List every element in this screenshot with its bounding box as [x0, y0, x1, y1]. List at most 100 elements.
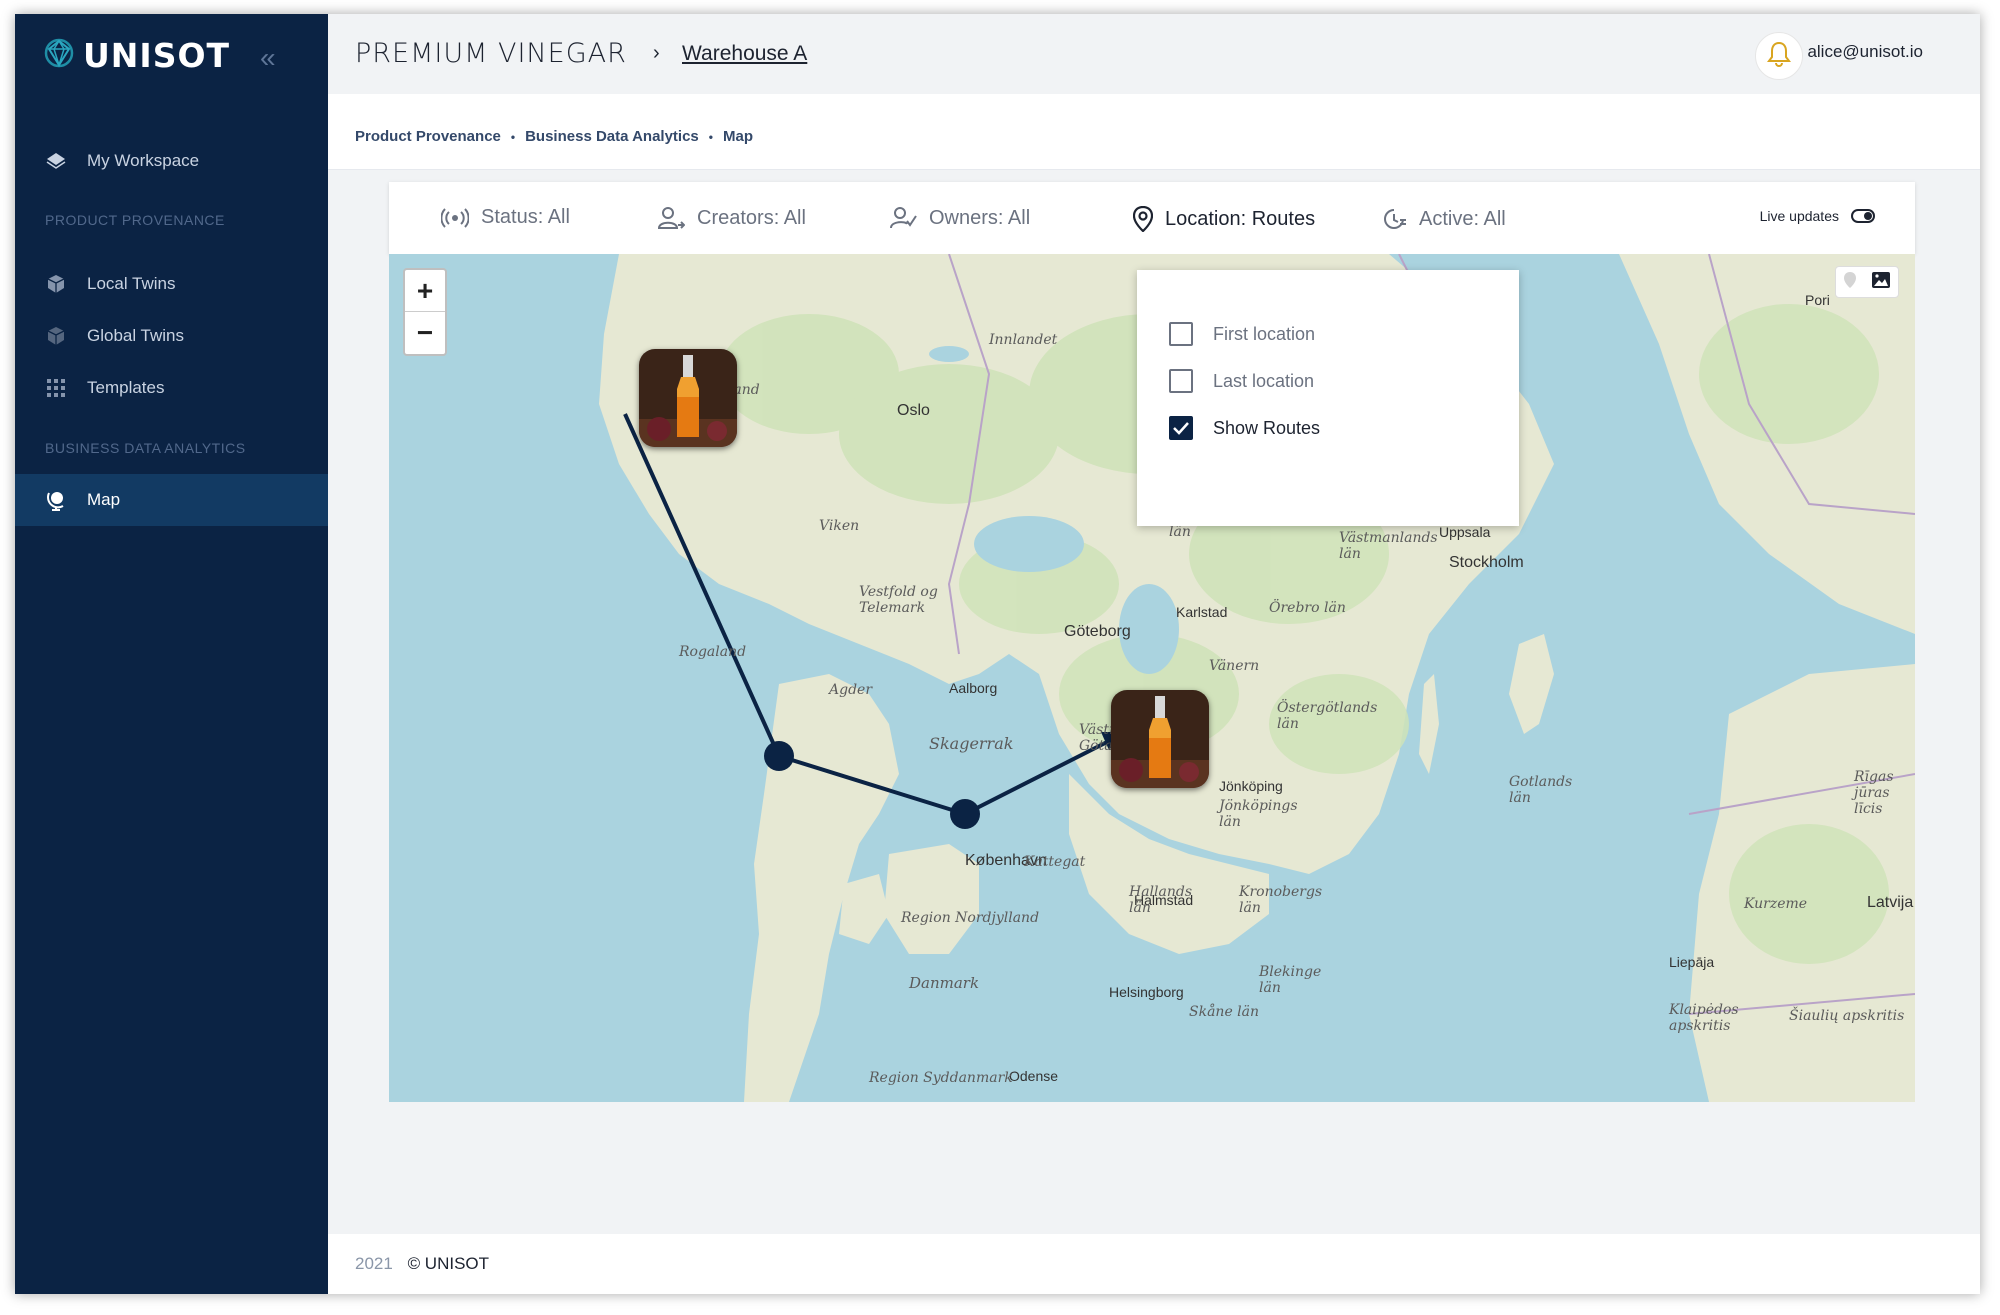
- broadcast-icon: [441, 207, 469, 228]
- owners-filter-label: Owners: All: [929, 206, 1031, 229]
- product-marker-origin[interactable]: [639, 349, 737, 447]
- live-updates: Live updates: [1760, 208, 1875, 224]
- region-label-siauliu: Šiaulių apskritis: [1789, 1008, 1905, 1024]
- region-label-kurzeme: Kurzeme: [1744, 896, 1808, 912]
- footer-copyright: © UNISOT: [407, 1254, 490, 1273]
- breadcrumb-dot: •: [510, 129, 516, 144]
- checkmark-icon: [1173, 422, 1189, 435]
- sidebar-item-templates[interactable]: Templates: [15, 363, 328, 413]
- city-label-oslo: Oslo: [897, 402, 930, 419]
- app-frame: UNISOT « My Workspace PRODUCT PROVENANCE…: [15, 14, 1980, 1294]
- sea-label-rigas: Rīgas jūras līcis: [1854, 769, 1894, 817]
- city-label-uppsala: Uppsala: [1439, 524, 1491, 540]
- breadcrumb-separator: ›: [653, 42, 660, 64]
- region-label-kronoberg: Kronobergs län: [1239, 884, 1323, 916]
- breadcrumb-business-data-analytics[interactable]: Business Data Analytics: [525, 128, 699, 145]
- city-label-goteborg: Göteborg: [1064, 623, 1131, 640]
- sidebar-item-label: Map: [87, 490, 121, 509]
- sidebar-item-label: Global Twins: [87, 326, 185, 345]
- cube-icon: [45, 273, 67, 295]
- location-filter-label: Location: Routes: [1165, 207, 1316, 230]
- cube-outline-icon: [45, 325, 67, 347]
- region-label-ostergotland: Östergötlands län: [1277, 700, 1378, 732]
- live-updates-toggle[interactable]: [1851, 209, 1875, 223]
- region-label-vastmanland: Västmanlands län: [1339, 530, 1438, 562]
- breadcrumb-dot: •: [708, 129, 713, 144]
- footer: 2021 © UNISOT: [328, 1234, 1980, 1294]
- city-label-helsingborg: Helsingborg: [1109, 984, 1184, 1000]
- notifications-button[interactable]: [1755, 32, 1803, 80]
- top-header: PREMIUM VINEGAR › Warehouse A alice@unis…: [328, 14, 1980, 94]
- region-label-gotland: Gotlands län: [1509, 774, 1573, 806]
- region-label-nordjylland: Region Nordjylland: [901, 910, 1040, 926]
- sidebar-item-label: Templates: [87, 378, 165, 397]
- checkbox-last-location[interactable]: [1169, 369, 1193, 393]
- land-gotland: [1509, 634, 1554, 734]
- city-label-odense: Odense: [1009, 1068, 1059, 1084]
- map-pin-icon: [1133, 206, 1153, 232]
- land-oland: [1419, 674, 1439, 774]
- logo-text: UNISOT: [83, 36, 231, 75]
- logo[interactable]: UNISOT: [43, 36, 230, 75]
- sidebar-item-map[interactable]: Map: [15, 474, 328, 526]
- bell-icon: [1767, 41, 1791, 72]
- sidebar-item-workspace[interactable]: My Workspace: [15, 136, 328, 186]
- breadcrumb: Product Provenance • Business Data Analy…: [355, 128, 753, 145]
- region-label-klaipedos: Klaipėdos apskritis: [1669, 1002, 1739, 1034]
- region-label-syddanmark: Region Syddanmark: [869, 1070, 1013, 1086]
- lake-label-vanern: Vänern: [1209, 658, 1260, 674]
- owners-filter[interactable]: Owners: All: [889, 206, 1030, 230]
- checkbox-first-location[interactable]: [1169, 322, 1193, 346]
- section-product-provenance: PRODUCT PROVENANCE: [45, 212, 225, 228]
- zoom-out-button[interactable]: −: [405, 312, 445, 354]
- location-filter[interactable]: Location: Routes: [1133, 206, 1315, 232]
- marker-layer-icon[interactable]: [1843, 271, 1857, 294]
- user-check-icon: [889, 206, 917, 230]
- product-marker-destination[interactable]: [1111, 690, 1209, 788]
- region-label-innlandet: Innlandet: [989, 332, 1058, 348]
- city-label-jonkoping: Jönköping: [1219, 778, 1283, 794]
- region-label-viken: Viken: [819, 518, 860, 534]
- clock-history-icon: [1381, 206, 1407, 232]
- region-label-rogaland: Rogaland: [679, 644, 747, 660]
- vinegar-bottle-icon: [1111, 690, 1209, 788]
- sidebar-item-global-twins[interactable]: Global Twins: [15, 311, 328, 361]
- creators-filter-label: Creators: All: [697, 206, 806, 229]
- option-show-routes[interactable]: Show Routes: [1169, 416, 1320, 440]
- zoom-in-button[interactable]: +: [405, 270, 445, 312]
- footer-text: 2021 © UNISOT: [355, 1254, 489, 1274]
- region-label-skane: Skåne län: [1189, 1004, 1260, 1020]
- option-label: First location: [1213, 323, 1316, 344]
- option-label: Show Routes: [1213, 417, 1321, 438]
- sea-label-kattegat: Kattegat: [1024, 854, 1086, 870]
- sidebar-item-label: Local Twins: [87, 274, 176, 293]
- checkbox-show-routes[interactable]: [1169, 416, 1193, 440]
- active-filter[interactable]: Active: All: [1381, 206, 1506, 232]
- option-first-location[interactable]: First location: [1169, 322, 1315, 346]
- region-label-orebro: Örebro län: [1269, 600, 1346, 616]
- vinegar-bottle-icon: [639, 349, 737, 447]
- collapse-sidebar-icon[interactable]: «: [260, 42, 276, 74]
- option-label: Last location: [1213, 370, 1315, 391]
- city-label-pori: Pori: [1805, 292, 1830, 308]
- region-label-blekinge: Blekinge län: [1259, 964, 1322, 996]
- breadcrumb-bar: Product Provenance • Business Data Analy…: [328, 94, 1980, 170]
- sidebar-item-local-twins[interactable]: Local Twins: [15, 259, 328, 309]
- land-funen: [839, 874, 889, 944]
- warehouse-link[interactable]: Warehouse A: [682, 42, 807, 66]
- layer-control[interactable]: [1835, 266, 1899, 298]
- route-waypoint: [764, 741, 794, 771]
- option-last-location[interactable]: Last location: [1169, 369, 1314, 393]
- status-filter[interactable]: Status: All: [441, 206, 570, 229]
- image-layer-icon[interactable]: [1871, 271, 1891, 294]
- sea-label-skagerrak: Skagerrak: [929, 734, 1014, 753]
- footer-year: 2021: [355, 1254, 393, 1273]
- layers-icon: [45, 150, 67, 172]
- active-filter-label: Active: All: [1419, 207, 1506, 230]
- user-email[interactable]: alice@unisot.io: [1807, 42, 1923, 62]
- filter-bar: Status: All Creators: All Owners: All Lo…: [389, 182, 1915, 254]
- section-business-data-analytics: BUSINESS DATA ANALYTICS: [45, 440, 246, 456]
- creators-filter[interactable]: Creators: All: [657, 206, 806, 230]
- breadcrumb-product-provenance[interactable]: Product Provenance: [355, 128, 501, 145]
- status-filter-label: Status: All: [481, 206, 570, 228]
